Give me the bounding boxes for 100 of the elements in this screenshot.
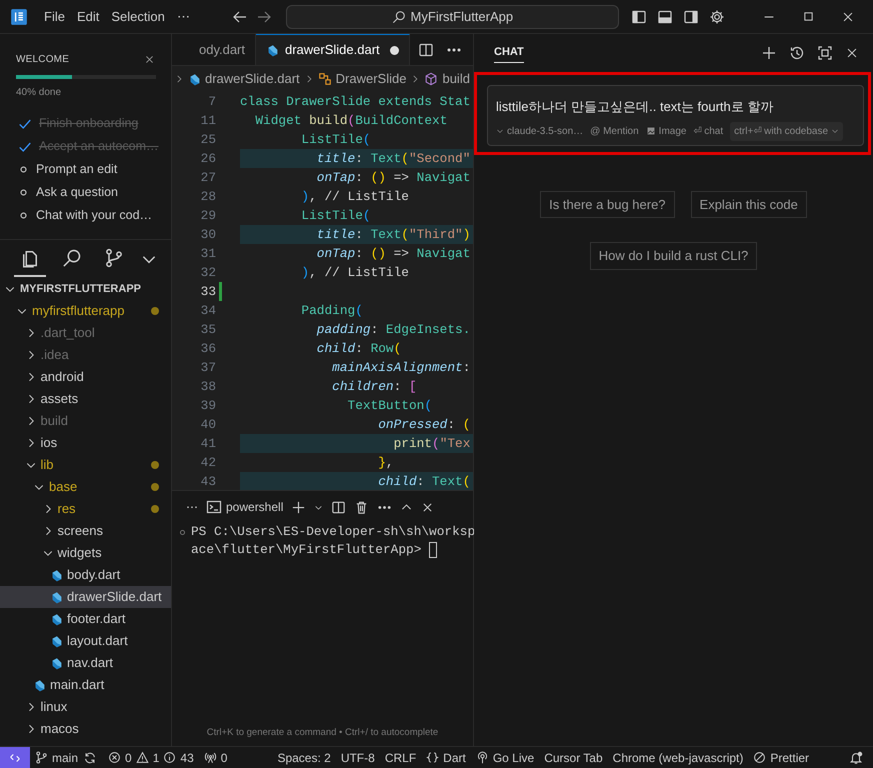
panel-layout-icon[interactable] xyxy=(656,8,673,24)
split-editor-icon[interactable] xyxy=(418,42,434,58)
code-line: ListTile( xyxy=(300,207,372,225)
code-line: onTap: () => Navigat xyxy=(316,245,472,263)
tree-item[interactable]: nav.dart xyxy=(0,652,171,674)
tree-item[interactable]: lib xyxy=(0,454,171,476)
progress-label: 40% done xyxy=(16,86,62,100)
line-number: 42 xyxy=(200,454,216,472)
line-number: 29 xyxy=(200,206,216,225)
breadcrumb-item[interactable]: DrawerSlide xyxy=(318,69,406,89)
suggestion-button[interactable]: How do I build a rust CLI? xyxy=(590,242,758,270)
settings-icon[interactable] xyxy=(708,8,725,24)
tree-item[interactable]: myfirstflutterapp xyxy=(0,300,171,322)
sidebar-layout-icon[interactable] xyxy=(630,8,647,24)
tree-item[interactable]: ios xyxy=(0,432,171,454)
terminal-cursor xyxy=(429,542,438,558)
tree-item[interactable]: base xyxy=(0,476,171,498)
checklist-item[interactable]: Ask a question xyxy=(18,181,155,204)
antenna-icon xyxy=(204,751,217,764)
code-line: Widget build(BuildContext xyxy=(254,112,448,130)
code-line: onPressed: ( xyxy=(377,416,472,434)
line-number: 27 xyxy=(200,168,216,187)
more-label[interactable]: ⋯ xyxy=(186,498,198,516)
tree-item[interactable]: macos xyxy=(0,718,171,740)
checklist-item[interactable]: Prompt an edit xyxy=(18,158,155,181)
tree-item[interactable]: footer.dart xyxy=(0,608,171,630)
line-number: 38 xyxy=(200,378,216,396)
chevron-down-icon xyxy=(831,127,840,135)
tree-item[interactable]: android xyxy=(0,366,171,388)
line-number: 39 xyxy=(200,396,216,415)
dart-file-icon xyxy=(266,44,279,56)
terminal-line: ace\flutter\MyFirstFlutterApp> xyxy=(191,541,476,559)
modified-dot xyxy=(151,483,159,491)
terminal-tab[interactable]: powershell xyxy=(206,498,284,516)
prettier-button[interactable]: Prettier xyxy=(748,747,814,768)
tree-item[interactable]: linux xyxy=(0,696,171,718)
breadcrumb-item[interactable]: drawerSlide.dart xyxy=(188,69,300,89)
unsaved-dot xyxy=(390,46,399,54)
notifications-icon[interactable] xyxy=(849,750,863,764)
search-field[interactable]: MyFirstFlutterApp xyxy=(286,4,619,28)
chat-input[interactable]: listtile하나더 만들고싶은데.. text는 fourth로 할까 claude-3.5-son… @ Mention Image ⏎ chat ctrl+⏎ with codebase xyxy=(487,85,864,146)
status-item[interactable]: Cursor Tab xyxy=(539,747,608,768)
tree-item[interactable]: main.dart xyxy=(0,674,171,696)
suggestion-button[interactable]: Is there a bug here? xyxy=(540,190,675,218)
remote-button[interactable] xyxy=(0,747,30,768)
class-icon xyxy=(318,72,332,86)
codebase-button[interactable]: ctrl+⏎ with codebase xyxy=(730,122,844,140)
search-icon xyxy=(392,10,406,24)
braces-icon xyxy=(426,751,440,764)
chat-tab[interactable]: CHAT xyxy=(494,42,524,64)
status-item[interactable]: CRLF xyxy=(380,747,422,768)
checklist-item[interactable]: Chat with your cod… xyxy=(18,204,155,227)
menu-item[interactable]: Edit xyxy=(70,6,106,26)
error-icon xyxy=(108,751,122,764)
menu-item[interactable]: ⋯ xyxy=(170,6,196,26)
status-item[interactable]: Chrome (web-javascript) xyxy=(608,747,748,768)
maximize-icon[interactable] xyxy=(817,44,833,60)
modified-dot xyxy=(151,505,159,513)
split-terminal-icon[interactable] xyxy=(331,500,346,514)
tree-item[interactable]: res xyxy=(0,498,171,520)
chat-button[interactable]: ⏎ chat xyxy=(693,124,724,138)
mention-button[interactable]: @ Mention xyxy=(590,124,639,138)
tree-item[interactable]: layout.dart xyxy=(0,630,171,652)
forward-icon[interactable] xyxy=(256,8,272,24)
dart-file-icon xyxy=(50,590,63,604)
tree-item[interactable]: widgets xyxy=(0,542,171,564)
tree-item[interactable]: body.dart xyxy=(0,564,171,586)
plus-icon[interactable] xyxy=(291,500,306,514)
language-button[interactable]: Dart xyxy=(421,747,471,768)
history-icon[interactable] xyxy=(789,44,805,60)
menu-item[interactable]: File xyxy=(38,6,71,26)
plus-icon[interactable] xyxy=(761,44,777,60)
back-icon[interactable] xyxy=(232,8,248,24)
circle-icon xyxy=(18,210,29,221)
breadcrumb-item[interactable]: build xyxy=(424,69,470,89)
tree-item[interactable]: drawerSlide.dart xyxy=(0,586,171,608)
problems-button[interactable]: 0 1 43 xyxy=(103,747,199,768)
sync-icon[interactable] xyxy=(83,750,98,764)
terminal-line: PS C:\Users\ES-Developer-sh\sh\worksp xyxy=(191,523,476,541)
close-icon[interactable] xyxy=(144,54,155,65)
status-item[interactable]: Spaces: 2 xyxy=(272,747,336,768)
suggestion-button[interactable]: Explain this code xyxy=(690,190,807,218)
maximize-icon[interactable] xyxy=(802,10,815,23)
ports-button[interactable]: 0 xyxy=(198,747,232,768)
editor-tab[interactable]: drawerSlide.dart xyxy=(256,34,410,65)
tree-item[interactable]: screens xyxy=(0,520,171,542)
terminal-icon xyxy=(206,499,222,515)
tree-item[interactable]: assets xyxy=(0,388,171,410)
explorer-root[interactable]: MYFIRSTFLUTTERAPP xyxy=(0,278,171,300)
image-button[interactable]: Image xyxy=(646,124,686,138)
info-icon xyxy=(163,751,176,764)
line-number: 43 xyxy=(200,472,216,490)
go-live-button[interactable]: Go Live xyxy=(470,747,540,768)
status-item[interactable]: UTF-8 xyxy=(336,747,380,768)
secondary-layout-icon[interactable] xyxy=(682,8,699,24)
check-icon xyxy=(18,116,32,130)
branch-button[interactable]: main xyxy=(30,747,84,768)
model-selector[interactable]: claude-3.5-son… xyxy=(496,124,584,138)
close-icon[interactable] xyxy=(421,500,434,514)
menu-item[interactable]: Selection xyxy=(105,6,171,26)
